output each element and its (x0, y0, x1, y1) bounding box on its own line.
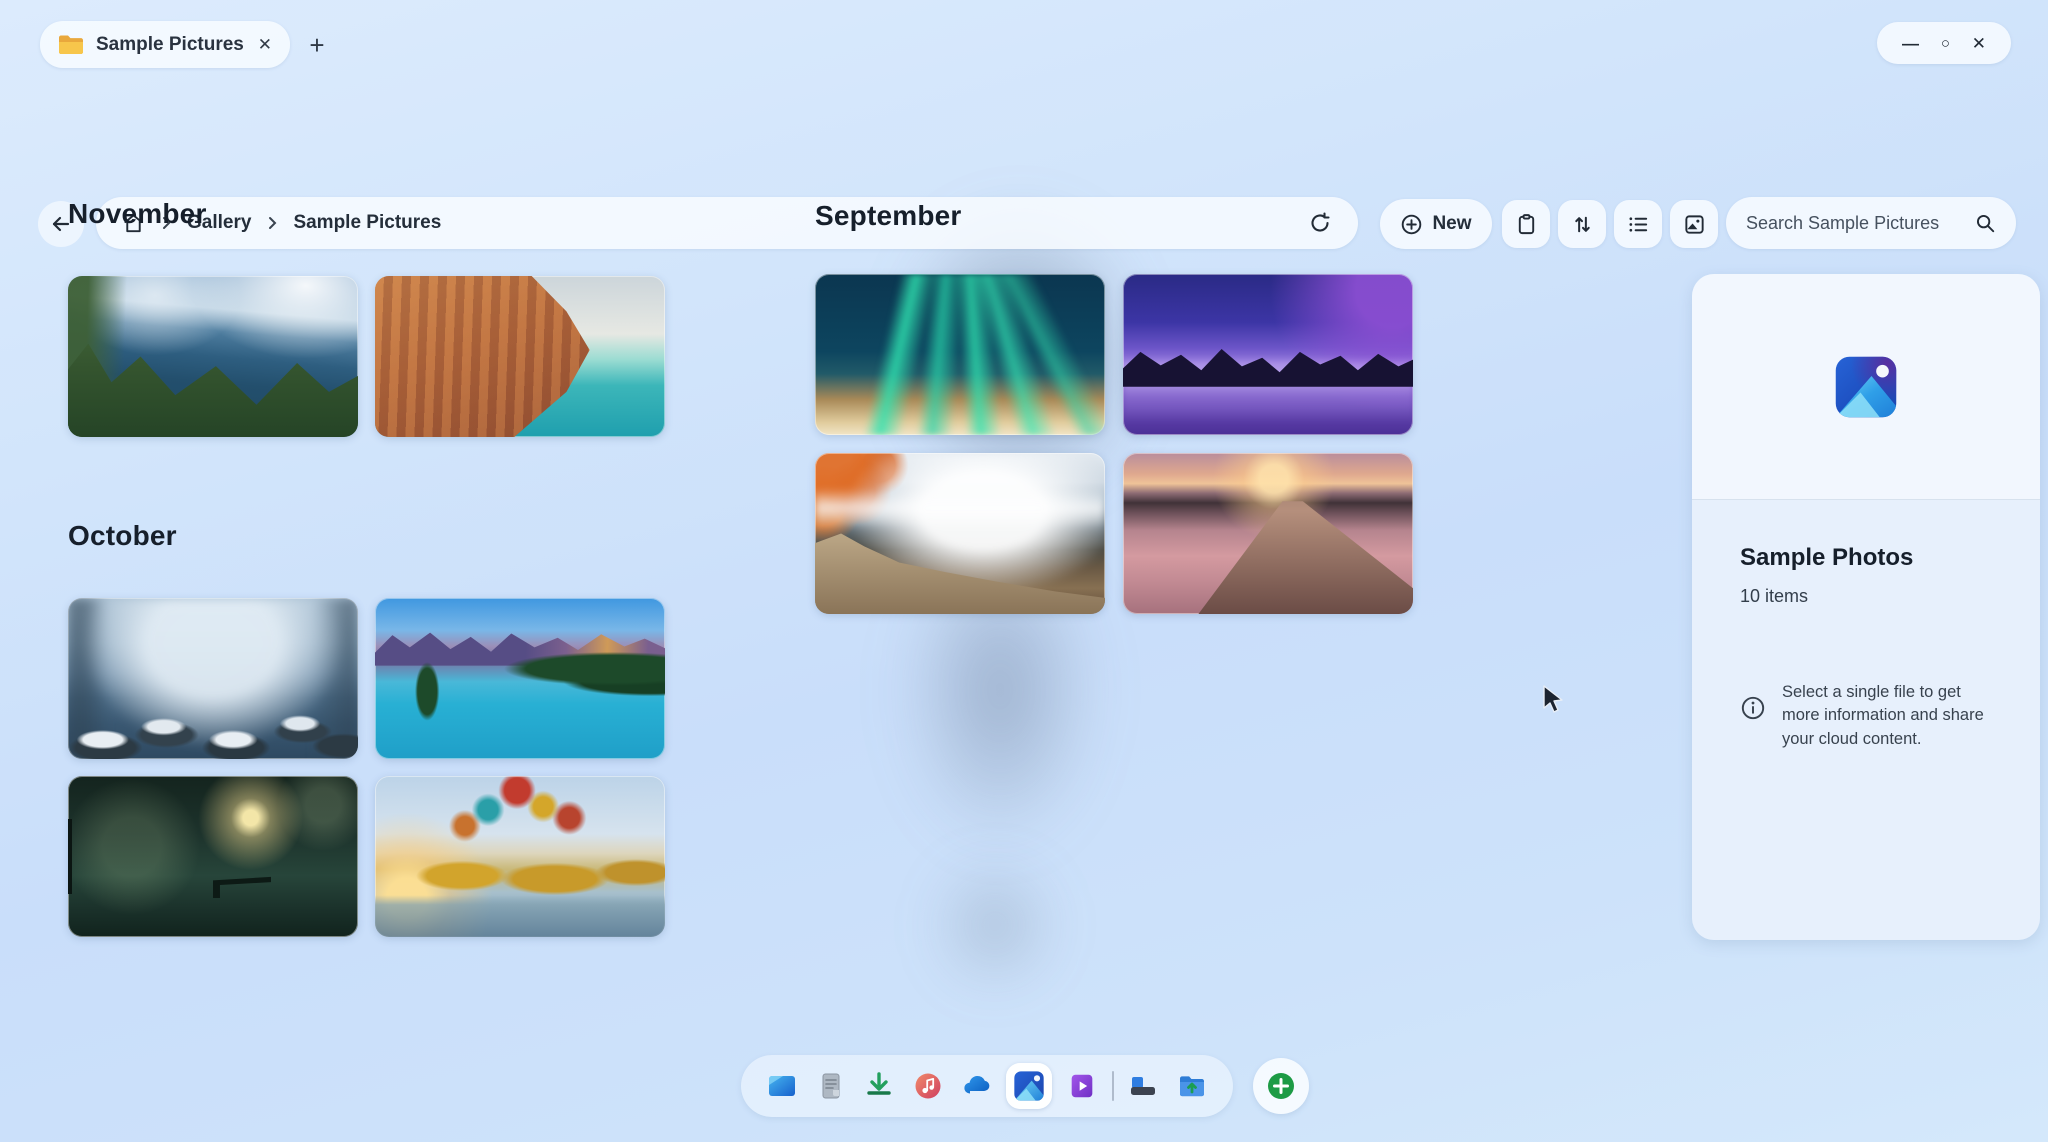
details-panel-icon-area (1692, 274, 2040, 500)
sort-button[interactable] (1558, 200, 1606, 248)
videos-icon (1067, 1071, 1097, 1101)
list-view-button[interactable] (1614, 200, 1662, 248)
items-count: 10 items (1740, 586, 2006, 607)
section-title: October (68, 520, 665, 552)
dock-item-music[interactable] (909, 1067, 947, 1105)
tab-title: Sample Pictures (96, 34, 246, 56)
dock-item-videos[interactable] (1063, 1067, 1101, 1105)
folder-icon (58, 34, 84, 56)
app-window: Sample Pictures ✕ + — ○ ✕ (0, 0, 2048, 1142)
documents-icon (815, 1070, 847, 1102)
section-title: September (815, 200, 1413, 232)
tab-bar: Sample Pictures ✕ + — ○ ✕ (0, 0, 2048, 74)
onedrive-cloud-icon (960, 1069, 994, 1103)
folder-upload-icon (1176, 1070, 1208, 1102)
section-september: September (815, 200, 1413, 614)
photo-moraine-lake[interactable] (375, 598, 665, 759)
clipboard-icon (1515, 213, 1538, 236)
paste-button[interactable] (1502, 200, 1550, 248)
mouse-cursor (1540, 684, 1570, 718)
search-icon[interactable] (1974, 212, 1996, 234)
photo-sunset-boardwalk[interactable] (1123, 453, 1413, 614)
section-title: November (68, 198, 665, 230)
downloads-icon (863, 1070, 895, 1102)
photo-great-wall-autumn[interactable] (815, 453, 1105, 614)
dock-item-pictures[interactable] (1006, 1063, 1052, 1109)
window-controls: — ○ ✕ (1877, 22, 2011, 64)
info-message: Select a single file to get more informa… (1740, 681, 2006, 751)
dock-item-this-pc[interactable] (1124, 1067, 1162, 1105)
details-panel: Sample Photos 10 items Select a single f… (1692, 274, 2040, 940)
panel-title: Sample Photos (1740, 544, 2006, 572)
photo-st-basils-cathedral[interactable] (375, 776, 665, 937)
photos-app-icon (1833, 354, 1899, 420)
this-pc-icon (1127, 1070, 1159, 1102)
maximize-button[interactable]: ○ (1941, 36, 1950, 51)
dock (741, 1055, 1233, 1117)
new-button-label: New (1432, 213, 1471, 235)
dock-item-downloads[interactable] (860, 1067, 898, 1105)
search-bar[interactable] (1726, 197, 2016, 249)
search-input[interactable] (1746, 213, 1964, 234)
info-text: Select a single file to get more informa… (1782, 681, 2000, 751)
music-icon (912, 1070, 944, 1102)
dock-item-documents[interactable] (812, 1067, 850, 1105)
dock-divider (1112, 1071, 1114, 1101)
new-tab-button[interactable]: + (300, 30, 334, 60)
plus-icon (1263, 1068, 1299, 1104)
photo-purple-mountains[interactable] (1123, 274, 1413, 435)
photo-night-park-lamp[interactable] (68, 776, 358, 937)
section-october: October (68, 520, 665, 937)
photo-cinque-terre-village[interactable] (375, 276, 665, 437)
toolbar: Gallery Sample Pictures New (0, 98, 2048, 154)
info-icon (1740, 695, 1766, 721)
gallery-view-button[interactable] (1670, 200, 1718, 248)
list-view-icon (1627, 213, 1650, 236)
photo-fjord-cliffs[interactable] (68, 276, 358, 437)
sort-arrows-icon (1571, 213, 1594, 236)
desktop-icon (766, 1070, 798, 1102)
pictures-icon (1013, 1070, 1045, 1102)
minimize-button[interactable]: — (1902, 35, 1919, 52)
dock-item-desktop[interactable] (763, 1067, 801, 1105)
add-pin-button[interactable] (1253, 1058, 1309, 1114)
photo-aurora-borealis[interactable] (815, 274, 1105, 435)
image-icon (1683, 213, 1706, 236)
section-november: November (68, 198, 665, 437)
dock-item-onedrive[interactable] (958, 1067, 996, 1105)
tab-close-icon[interactable]: ✕ (258, 35, 272, 55)
background-smudge (905, 830, 1085, 1020)
tab-sample-pictures[interactable]: Sample Pictures ✕ (40, 21, 290, 68)
close-button[interactable]: ✕ (1972, 35, 1986, 52)
photo-misty-winter-river[interactable] (68, 598, 358, 759)
dock-item-projects-folder[interactable] (1173, 1067, 1211, 1105)
details-panel-body: Sample Photos 10 items Select a single f… (1692, 500, 2040, 940)
